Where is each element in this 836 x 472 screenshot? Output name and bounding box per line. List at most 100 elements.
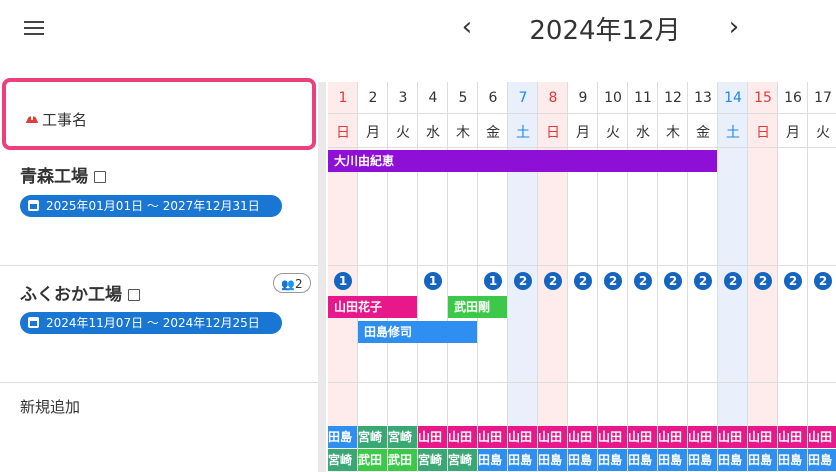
project-period-text: 2024年11月07日 〜 2024年12月25日 [46, 316, 260, 330]
day-number: 5 [458, 90, 468, 106]
assignee-count-badge: 1 [484, 272, 502, 290]
weekday-label: 火 [816, 125, 830, 141]
new-assignment-chip[interactable]: 山田 [778, 426, 807, 448]
day-number: 8 [548, 90, 558, 106]
new-assignment-chip[interactable]: 山田 [808, 426, 836, 448]
new-assignment-chip[interactable]: 田島 [628, 449, 657, 471]
row-divider [328, 265, 836, 266]
new-assignment-chip[interactable]: 田島 [748, 449, 777, 471]
new-assignment-chip[interactable]: 山田 [718, 426, 747, 448]
day-number: 15 [754, 90, 772, 106]
month-title: 2024年12月 [529, 16, 681, 46]
new-assignment-chip[interactable]: 田島 [538, 449, 567, 471]
row-divider [0, 265, 318, 266]
new-assignment-chip[interactable]: 宮崎 [418, 449, 447, 471]
new-assignment-chip[interactable]: 山田 [688, 426, 717, 448]
new-assignment-chip[interactable]: 山田 [448, 426, 477, 448]
weekday-label: 土 [726, 125, 740, 141]
day-column[interactable]: 3火 [388, 82, 418, 472]
day-number: 1 [338, 90, 348, 106]
new-assignment-chip[interactable]: 武田 [388, 449, 417, 471]
assignment-bar[interactable]: 田島修司 [358, 321, 477, 343]
prev-month-button[interactable]: ‹ [452, 12, 482, 42]
new-assignment-chip[interactable]: 山田 [508, 426, 537, 448]
project-period-pill[interactable]: 2025年01月01日 〜 2027年12月31日 [20, 195, 282, 217]
assignment-bar[interactable]: 大川由紀恵 [328, 150, 717, 172]
assignee-count-badge: 2 [724, 272, 742, 290]
new-assignment-chip[interactable]: 山田 [658, 426, 687, 448]
new-assignment-chip[interactable]: 田島 [658, 449, 687, 471]
new-assignment-chip[interactable]: 田島 [508, 449, 537, 471]
assignee-count-badge: 2 [514, 272, 532, 290]
weekday-label: 金 [696, 125, 710, 141]
new-assignment-chip[interactable]: 山田 [748, 426, 777, 448]
header-divider [328, 113, 836, 114]
day-number: 9 [578, 90, 588, 106]
next-month-button[interactable]: › [719, 12, 749, 42]
weekday-label: 月 [366, 125, 380, 141]
new-assignment-chip[interactable]: 宮崎 [448, 449, 477, 471]
new-assignment-chip[interactable]: 田島 [328, 426, 357, 448]
calendar-icon [28, 317, 39, 328]
project-period-pill[interactable]: 2024年11月07日 〜 2024年12月25日 [20, 312, 282, 334]
new-assignment-chip[interactable]: 山田 [598, 426, 627, 448]
day-number: 16 [784, 90, 802, 106]
weekday-label: 木 [456, 125, 470, 141]
project-name-text: 青森工場 [20, 167, 88, 187]
day-column[interactable]: 2月 [358, 82, 388, 472]
assignment-bar[interactable]: 山田花子 [328, 296, 417, 318]
day-number: 14 [724, 90, 742, 106]
assignee-count-badge: 1 [424, 272, 442, 290]
member-count-badge[interactable]: 👥2 [273, 273, 311, 293]
weekday-label: 土 [516, 125, 530, 141]
assignment-bar[interactable]: 武田剛 [448, 296, 507, 318]
project-name-header[interactable]: 工事名 [2, 78, 316, 150]
new-assignment-chip[interactable]: 山田 [418, 426, 447, 448]
new-assignment-chip[interactable]: 田島 [568, 449, 597, 471]
weekday-label: 水 [636, 125, 650, 141]
new-assignment-chip[interactable]: 田島 [688, 449, 717, 471]
new-assignment-chip[interactable]: 田島 [718, 449, 747, 471]
weekday-label: 月 [576, 125, 590, 141]
day-number: 17 [814, 90, 832, 106]
day-column[interactable]: 5木 [448, 82, 478, 472]
new-assignment-chip[interactable]: 武田 [358, 449, 387, 471]
assignee-count-badge: 2 [694, 272, 712, 290]
assignee-count-badge: 1 [334, 272, 352, 290]
new-assignment-chip[interactable]: 宮崎 [328, 449, 357, 471]
new-assignment-chip[interactable]: 山田 [568, 426, 597, 448]
new-assignment-chip[interactable]: 宮崎 [388, 426, 417, 448]
weekday-label: 水 [426, 125, 440, 141]
project-title-fukuoka[interactable]: ふくおか工場 [20, 280, 140, 305]
assignee-count-badge: 2 [754, 272, 772, 290]
new-assignment-chip[interactable]: 山田 [478, 426, 507, 448]
new-assignment-chip[interactable]: 田島 [478, 449, 507, 471]
top-bar [0, 0, 836, 60]
weekday-label: 木 [666, 125, 680, 141]
assignee-count-badge: 2 [544, 272, 562, 290]
external-link-icon[interactable] [128, 289, 140, 301]
assignee-count-badge: 2 [784, 272, 802, 290]
assignee-count-badge: 2 [574, 272, 592, 290]
new-assignment-chip[interactable]: 田島 [778, 449, 807, 471]
weekday-label: 火 [606, 125, 620, 141]
new-assignment-chip[interactable]: 山田 [628, 426, 657, 448]
add-new-button[interactable]: 新規追加 [20, 396, 80, 417]
new-assignment-chip[interactable]: 田島 [808, 449, 836, 471]
menu-icon[interactable] [24, 20, 44, 36]
column-divider[interactable] [318, 82, 326, 472]
new-assignment-chip[interactable]: 山田 [538, 426, 567, 448]
helmet-icon [26, 116, 38, 123]
member-count: 2 [295, 277, 303, 291]
header-divider [328, 147, 836, 148]
assignee-count-badge: 2 [814, 272, 832, 290]
new-assignment-chip[interactable]: 宮崎 [358, 426, 387, 448]
project-title-aomori[interactable]: 青森工場 [20, 162, 106, 187]
calendar-icon [28, 200, 39, 211]
new-assignment-chip[interactable]: 田島 [598, 449, 627, 471]
project-period-text: 2025年01月01日 〜 2027年12月31日 [46, 199, 260, 213]
day-number: 12 [664, 90, 682, 106]
external-link-icon[interactable] [94, 171, 106, 183]
day-number: 7 [518, 90, 528, 106]
row-divider [0, 382, 318, 383]
